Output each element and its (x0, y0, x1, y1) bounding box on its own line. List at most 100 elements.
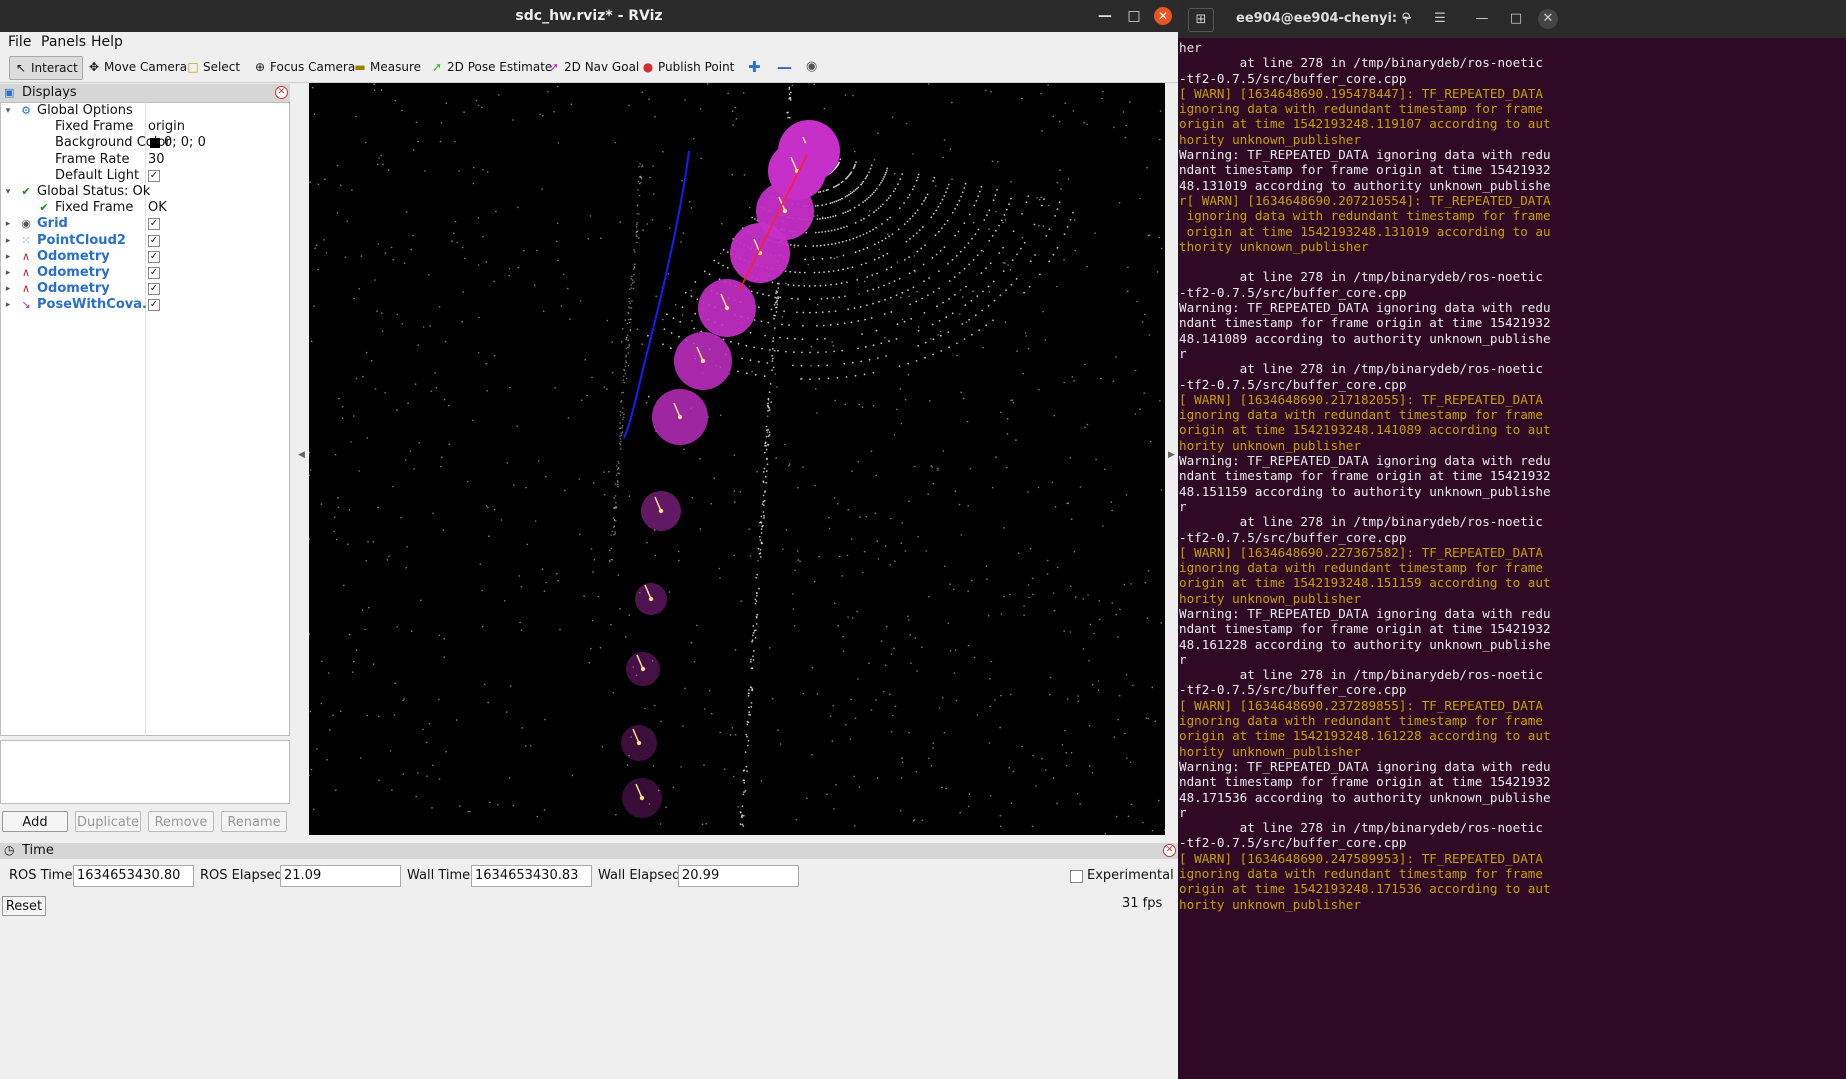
panel-close-icon[interactable]: ✕ (275, 86, 288, 99)
enable-checkbox[interactable]: ✓ (148, 283, 160, 296)
terminal-line: Warning: TF_REPEATED_DATA ignoring data … (1179, 147, 1551, 163)
tree-row[interactable]: Frame Rate 30 (0, 152, 290, 168)
expand-right-icon[interactable]: ▸ (3, 249, 13, 265)
remove-button[interactable]: Remove (148, 811, 214, 832)
terminal-close-icon[interactable]: ✕ (1538, 9, 1558, 29)
tree-row[interactable]: ▾ ⚙ Global Options (0, 103, 290, 119)
wall-time-label: Wall Time: (407, 868, 475, 883)
rename-button[interactable]: Rename (221, 811, 287, 832)
menu-panels[interactable]: Panels (41, 34, 86, 50)
tree-row-value[interactable]: origin (148, 119, 185, 135)
eye-icon[interactable]: ◉ (802, 56, 821, 78)
tree-row[interactable]: Fixed Frame origin (0, 119, 290, 135)
tree-row-label: PoseWithCova... (37, 297, 157, 313)
terminal-line: at line 278 in /tmp/binarydeb/ros-noetic (1179, 55, 1543, 71)
pose-covariance-ellipses (621, 120, 840, 818)
minus-icon[interactable]: — (773, 56, 796, 78)
duplicate-button[interactable]: Duplicate (75, 811, 141, 832)
tool-interact[interactable]: ↖ Interact (9, 56, 83, 80)
maximize-icon[interactable]: □ (1125, 7, 1143, 25)
tree-row-label: Default Light (55, 167, 140, 183)
terminal-line: 48.131019 according to authority unknown… (1179, 177, 1551, 193)
menu-file[interactable]: File (8, 34, 31, 50)
tree-row-label: Global Status: Ok (37, 184, 151, 199)
enable-checkbox[interactable]: ✓ (148, 218, 160, 231)
terminal-line: -tf2-0.7.5/src/buffer_core.cpp (1179, 835, 1407, 851)
time-panel-close-icon[interactable]: ✕ (1163, 844, 1176, 857)
tree-row[interactable]: ▸ ∧ Odometry ✓ (0, 249, 290, 265)
collapse-right-handle[interactable]: ▶ (1168, 450, 1175, 460)
terminal-window: ⊞ ee904@ee904-chenyi: ~ ⚲ ☰ — □ ✕ her at… (1178, 0, 1846, 1079)
tool-nav-goal[interactable]: ➚ 2D Nav Goal (543, 56, 643, 78)
new-tab-icon[interactable]: ⊞ (1188, 8, 1214, 32)
expand-right-icon[interactable]: ▸ (3, 265, 13, 281)
clock-icon: ◷ (4, 843, 15, 857)
tool-measure[interactable]: ▬ Measure (349, 56, 425, 78)
tree-row[interactable]: ▸ ↘ PoseWithCova... ✓ (0, 297, 290, 313)
menu-help[interactable]: Help (91, 34, 123, 50)
terminal-line: Warning: TF_REPEATED_DATA ignoring data … (1179, 758, 1551, 774)
pose-marker (700, 358, 706, 364)
expand-right-icon[interactable]: ▸ (3, 216, 13, 232)
tool-move-camera[interactable]: ✥ Move Camera (83, 56, 191, 78)
enable-checkbox[interactable]: ✓ (148, 234, 160, 247)
tree-row-value[interactable]: 0; 0; 0 (164, 135, 206, 151)
expand-down-icon[interactable]: ▾ (3, 103, 13, 119)
select-icon: □ (187, 60, 199, 74)
tool-focus-camera[interactable]: ⊕ Focus Camera (249, 56, 359, 78)
tree-row[interactable]: Background Color 0; 0; 0 (0, 135, 290, 151)
minimize-icon[interactable]: — (1096, 7, 1114, 25)
experimental-checkbox[interactable] (1070, 870, 1083, 883)
hamburger-menu-icon[interactable]: ☰ (1428, 8, 1452, 30)
tool-publish-point[interactable]: ● Publish Point (637, 56, 738, 78)
tree-row[interactable]: ▸ ◉ Grid ✓ (0, 216, 290, 232)
plus-icon[interactable]: ✚ (744, 56, 765, 78)
wall-elapsed-field[interactable]: 20.99 (678, 865, 799, 887)
expand-down-icon[interactable]: ▾ (3, 184, 13, 200)
pose-marker (677, 414, 683, 420)
terminal-maximize-icon[interactable]: □ (1504, 8, 1528, 30)
add-button[interactable]: Add (2, 811, 68, 832)
pose-marker (639, 795, 645, 801)
terminal-line: -tf2-0.7.5/src/buffer_core.cpp (1179, 682, 1407, 698)
tree-row[interactable]: ▸ ∧ Odometry ✓ (0, 265, 290, 281)
tree-row[interactable]: ✔ Fixed Frame OK (0, 200, 290, 216)
tree-row-label: Odometry (37, 265, 110, 280)
enable-checkbox[interactable]: ✓ (148, 169, 160, 182)
enable-checkbox[interactable]: ✓ (148, 250, 160, 263)
tree-row-value[interactable]: 30 (148, 152, 165, 168)
search-icon[interactable]: ⚲ (1394, 8, 1418, 30)
terminal-output[interactable]: her at line 278 in /tmp/binarydeb/ros-no… (1179, 40, 1839, 912)
tool-pose-estimate[interactable]: ➚ 2D Pose Estimate (426, 56, 556, 78)
terminal-warn-line: ignoring data with redundant timestamp f… (1179, 407, 1543, 423)
terminal-minimize-icon[interactable]: — (1470, 8, 1494, 30)
tree-row[interactable]: ▸ ⁙ PointCloud2 ✓ (0, 233, 290, 249)
pose-marker (658, 508, 664, 514)
terminal-warn-line: [ WARN] [1634648690.247589953]: TF_REPEA… (1179, 850, 1543, 866)
point-cloud (309, 83, 1165, 835)
tool-select[interactable]: □ Select (182, 56, 244, 78)
collapse-left-handle[interactable]: ◀ (298, 450, 305, 460)
enable-checkbox[interactable]: ✓ (148, 267, 160, 279)
tree-row[interactable]: Default Light ✓ (0, 168, 290, 184)
expand-right-icon[interactable]: ▸ (3, 233, 13, 249)
ros-elapsed-field[interactable]: 21.09 (280, 865, 401, 887)
expand-right-icon[interactable]: ▸ (3, 297, 13, 313)
enable-checkbox[interactable]: ✓ (148, 299, 160, 312)
tree-row-value[interactable]: OK (148, 200, 167, 216)
render-viewport[interactable] (309, 83, 1165, 835)
terminal-line: ndant timestamp for frame origin at time… (1179, 315, 1551, 331)
tree-row[interactable]: ▾ ✔ Global Status: Ok (0, 184, 290, 200)
tree-row[interactable]: ▸ ∧ Odometry ✓ (0, 281, 290, 297)
gear-icon: ⚙ (21, 104, 31, 117)
green-arrow-icon: ➚ (431, 60, 443, 74)
close-icon[interactable]: ✕ (1154, 7, 1172, 25)
tree-row-label: Fixed Frame (55, 200, 134, 216)
terminal-line: 48.141089 according to authority unknown… (1179, 330, 1551, 346)
reset-button[interactable]: Reset (2, 896, 46, 916)
color-swatch[interactable] (150, 138, 160, 149)
wall-time-field[interactable]: 1634653430.83 (471, 865, 592, 887)
ros-time-field[interactable]: 1634653430.80 (73, 865, 194, 887)
terminal-warn-line: origin at time 1542193248.141089 accordi… (1179, 422, 1551, 438)
expand-right-icon[interactable]: ▸ (3, 281, 13, 297)
